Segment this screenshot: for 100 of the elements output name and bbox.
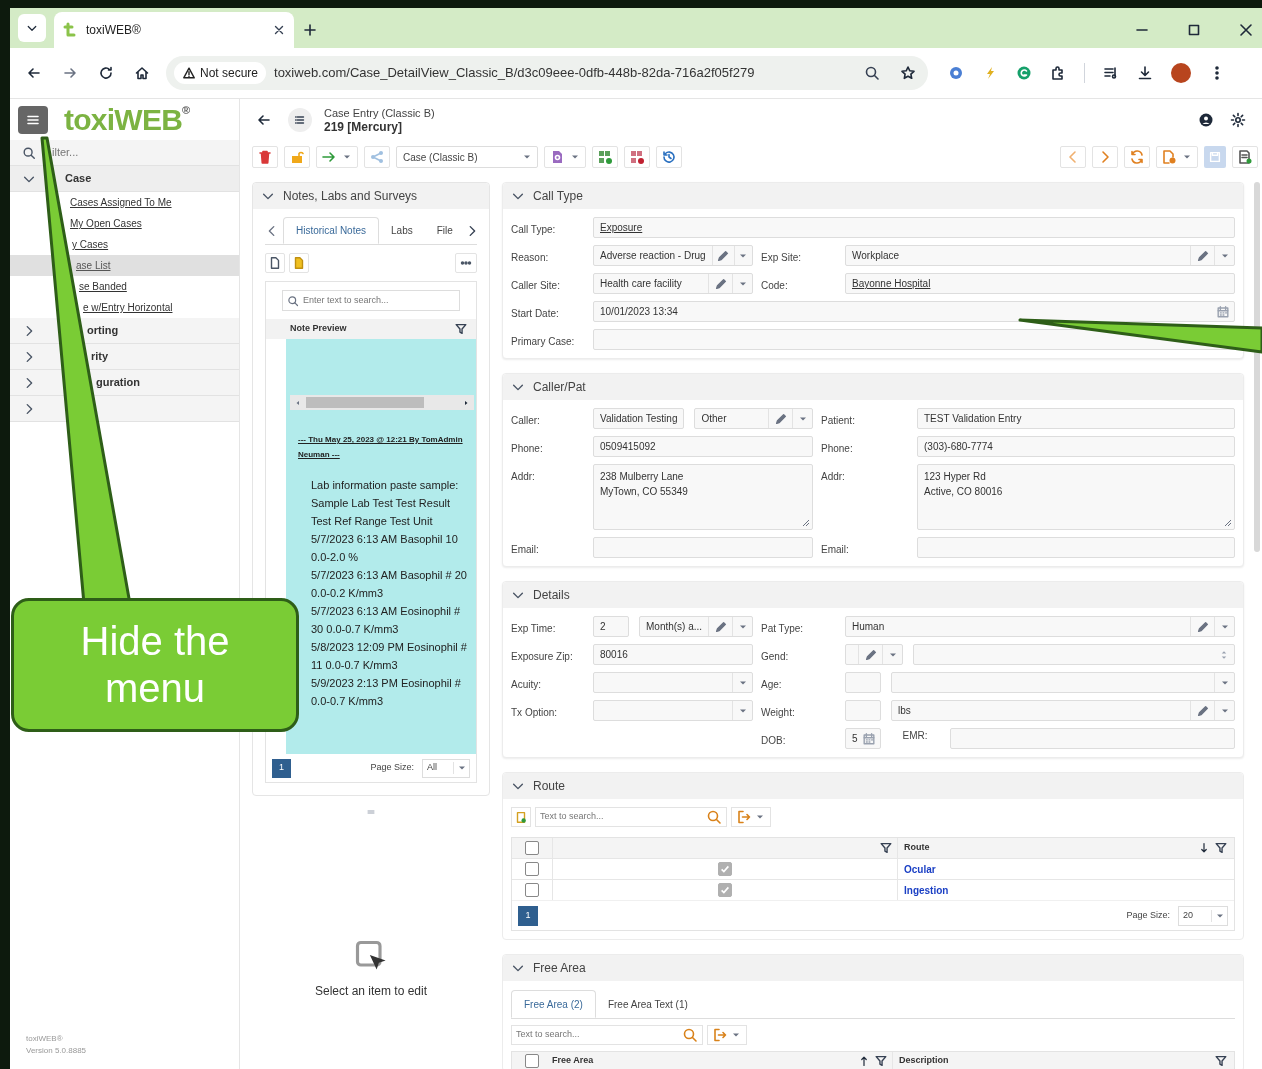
security-chip[interactable]: Not secure [174,62,267,84]
history-button[interactable] [656,146,682,168]
combo-field[interactable]: lbs [891,700,1235,721]
settings-icon[interactable] [1230,111,1246,128]
link-field[interactable]: Exposure [593,217,1235,238]
dropdown-field[interactable] [593,700,753,721]
sort-down-icon[interactable] [1198,841,1210,855]
tab-list-button[interactable] [18,14,46,42]
section-header[interactable]: Call Type [503,183,1243,209]
select-all-checkbox[interactable] [525,1054,539,1068]
combo-field[interactable]: Other [694,408,813,429]
delete-button[interactable] [252,146,278,168]
link-field[interactable]: Bayonne Hospital [845,273,1235,294]
remove-grid-button[interactable] [624,146,650,168]
search-field[interactable]: Text to search... [535,807,727,827]
close-icon[interactable] [272,23,286,37]
add-grid-button[interactable] [592,146,618,168]
section-header[interactable]: Free Area [503,955,1243,981]
new-record-split-button[interactable] [1156,146,1198,168]
report-split-button[interactable] [544,146,586,168]
combo-field[interactable]: Human [845,616,1235,637]
text-field[interactable]: 0509415092 [593,436,813,457]
search-field[interactable]: Enter text to search... [282,290,460,311]
download-icon[interactable] [1137,65,1153,81]
address-field[interactable]: 238 Mulberry Lane MyTown, CO 55349 [593,464,813,530]
address-field[interactable]: 123 Hyper Rd Active, CO 80016 [917,464,1235,530]
column-header[interactable]: Description [899,1054,1210,1068]
grammar-icon[interactable] [1016,65,1032,81]
export-icon[interactable] [712,1027,728,1043]
page-size-dropdown[interactable]: All [422,758,470,778]
select-all-checkbox[interactable] [525,841,539,855]
combo-field[interactable]: Health care facility [593,273,753,294]
tab[interactable]: Free Area Text (1) [595,990,700,1018]
text-field[interactable] [917,537,1235,558]
media-queue-icon[interactable] [1103,65,1119,81]
combo-field[interactable]: Adverse reaction - Drug [593,245,753,266]
combo-field[interactable] [845,644,903,665]
date-field[interactable]: 10/01/2023 13:34 [593,301,1235,322]
forward-icon[interactable] [62,65,78,81]
tab[interactable]: Historical Notes [283,217,380,244]
text-field[interactable] [845,672,881,693]
forward-split-button[interactable] [316,146,358,168]
reload-icon[interactable] [98,65,114,81]
text-field[interactable]: Validation Testing [593,408,685,429]
flag-checkbox[interactable] [718,862,732,876]
more-button[interactable] [455,253,477,273]
star-icon[interactable] [900,65,916,81]
address-bar[interactable]: Not secure toxiweb.com/Case_DetailView_Classic_B/d3c09eee-0dfb-448b-82da-716a2f05f279 [166,56,928,90]
back-icon[interactable] [26,65,42,81]
puzzle-icon[interactable] [1050,65,1066,81]
tab[interactable]: Labs [379,217,425,244]
text-field[interactable]: TEST Validation Entry [917,408,1235,429]
export-doc-button[interactable] [1232,146,1258,168]
close-icon[interactable] [1238,22,1254,38]
view-dropdown[interactable]: Case (Classic B) [396,146,538,168]
export-split-button[interactable] [707,1025,747,1045]
section-header[interactable]: Details [503,582,1243,608]
section-header[interactable]: Route [503,773,1243,799]
browser-tab[interactable]: toxiWEB® [54,12,294,48]
filter-icon[interactable] [454,322,468,336]
tab[interactable]: File [424,217,465,244]
resize-handle-icon[interactable] [802,519,810,527]
route-link[interactable]: Ingestion [897,880,955,900]
home-icon[interactable] [134,65,150,81]
page-button[interactable]: 1 [518,905,538,926]
nav-item[interactable]: ase List [10,255,239,276]
filter-icon[interactable] [874,1054,888,1068]
sort-up-icon[interactable] [858,1054,870,1068]
add-route-button[interactable] [511,807,531,827]
section-header[interactable]: Caller/Pat [503,374,1243,400]
section-header[interactable]: Notes, Labs and Surveys [253,183,489,209]
text-field[interactable]: 80016 [593,644,753,665]
row-checkbox[interactable] [525,883,539,897]
text-field[interactable]: 2 [593,616,629,637]
page-size-dropdown[interactable]: 20 [1178,905,1228,926]
avatar[interactable] [1171,63,1191,83]
new-note-button[interactable] [265,253,285,273]
extension-icon[interactable] [948,65,964,81]
search-field[interactable]: Text to search... [511,1025,703,1045]
flag-checkbox[interactable] [718,883,732,897]
vertical-scrollbar[interactable] [1254,182,1260,552]
combo-field[interactable]: Month(s) a... [639,616,753,637]
text-field[interactable] [845,700,881,721]
text-field[interactable]: (303)-680-7774 [917,436,1235,457]
text-field[interactable] [949,728,1235,749]
note-preview-cell[interactable] [286,339,476,754]
filter-icon[interactable] [1214,841,1228,855]
refresh-button[interactable] [1124,146,1150,168]
menu-button[interactable] [18,105,48,134]
horizontal-scrollbar[interactable] [290,395,474,410]
column-header[interactable]: Free Area [552,1054,854,1068]
spin-field[interactable] [913,644,1235,665]
list-button[interactable] [288,107,312,132]
text-field[interactable] [593,537,813,558]
route-link[interactable]: Ocular [897,859,942,879]
resize-handle-icon[interactable] [1224,519,1232,527]
dropdown-field[interactable] [891,672,1235,693]
page-button[interactable]: 1 [272,758,291,778]
export-split-button[interactable] [731,807,771,827]
filter-field[interactable]: ilter... [10,140,239,166]
